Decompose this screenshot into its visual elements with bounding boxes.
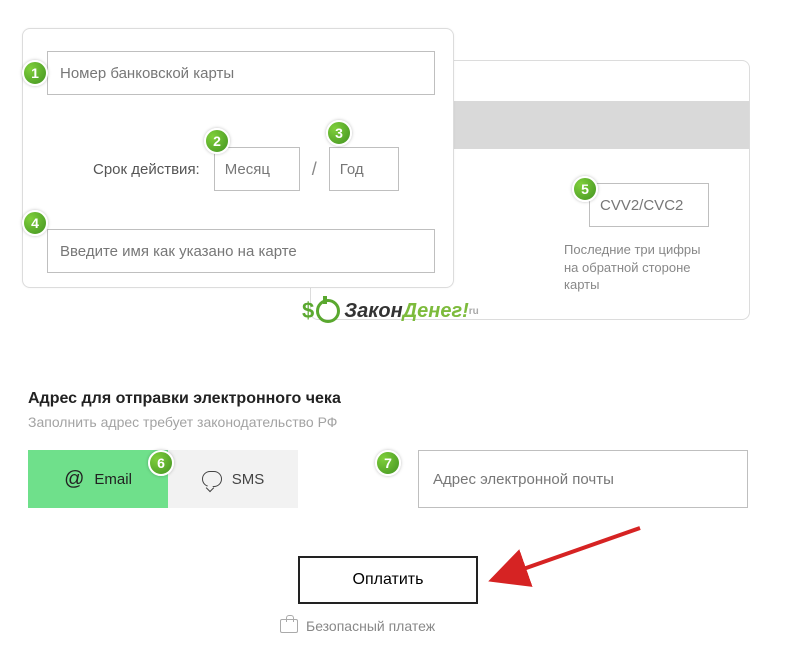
tab-email[interactable]: @ Email (28, 450, 168, 508)
cvv-input[interactable] (589, 183, 709, 227)
card-number-input[interactable] (47, 51, 435, 95)
step-badge-7: 7 (375, 450, 401, 476)
step-badge-4: 4 (22, 210, 48, 236)
step-badge-6: 6 (148, 450, 174, 476)
expiry-row: Срок действия: / (93, 147, 399, 191)
step-badge-3: 3 (326, 120, 352, 146)
expiry-slash: / (312, 159, 317, 180)
logo-tld: ru (469, 306, 479, 317)
secure-payment-footer: Безопасный платеж (280, 618, 435, 634)
at-icon: @ (64, 468, 84, 491)
chat-bubble-icon (202, 471, 222, 487)
tab-sms[interactable]: SMS (168, 450, 298, 508)
logo-text-2: Денег! (403, 300, 469, 323)
secure-payment-label: Безопасный платеж (306, 618, 435, 634)
card-front-panel: Срок действия: / (22, 28, 454, 288)
receipt-section: Адрес для отправки электронного чека Зап… (28, 390, 748, 508)
receipt-email-input[interactable] (418, 450, 748, 508)
receipt-title: Адрес для отправки электронного чека (28, 390, 748, 408)
annotation-arrow (480, 522, 650, 602)
expiry-year-input[interactable] (329, 147, 399, 191)
site-logo: $ Закон Денег! ru (302, 298, 479, 324)
tab-email-label: Email (94, 471, 132, 488)
dollar-icon: $ (302, 298, 314, 324)
lock-card-icon (280, 619, 298, 633)
step-badge-5: 5 (572, 176, 598, 202)
expiry-label: Срок действия: (93, 161, 200, 178)
logo-text-1: Закон (344, 300, 402, 323)
receipt-subtitle: Заполнить адрес требует законодательство… (28, 414, 748, 430)
clock-icon (316, 299, 340, 323)
expiry-month-input[interactable] (214, 147, 300, 191)
pay-button[interactable]: Оплатить (298, 556, 478, 604)
tab-sms-label: SMS (232, 471, 265, 488)
step-badge-2: 2 (204, 128, 230, 154)
cvv-hint-text: Последние три цифры на обратной стороне … (564, 241, 709, 294)
step-badge-1: 1 (22, 60, 48, 86)
card-holder-input[interactable] (47, 229, 435, 273)
